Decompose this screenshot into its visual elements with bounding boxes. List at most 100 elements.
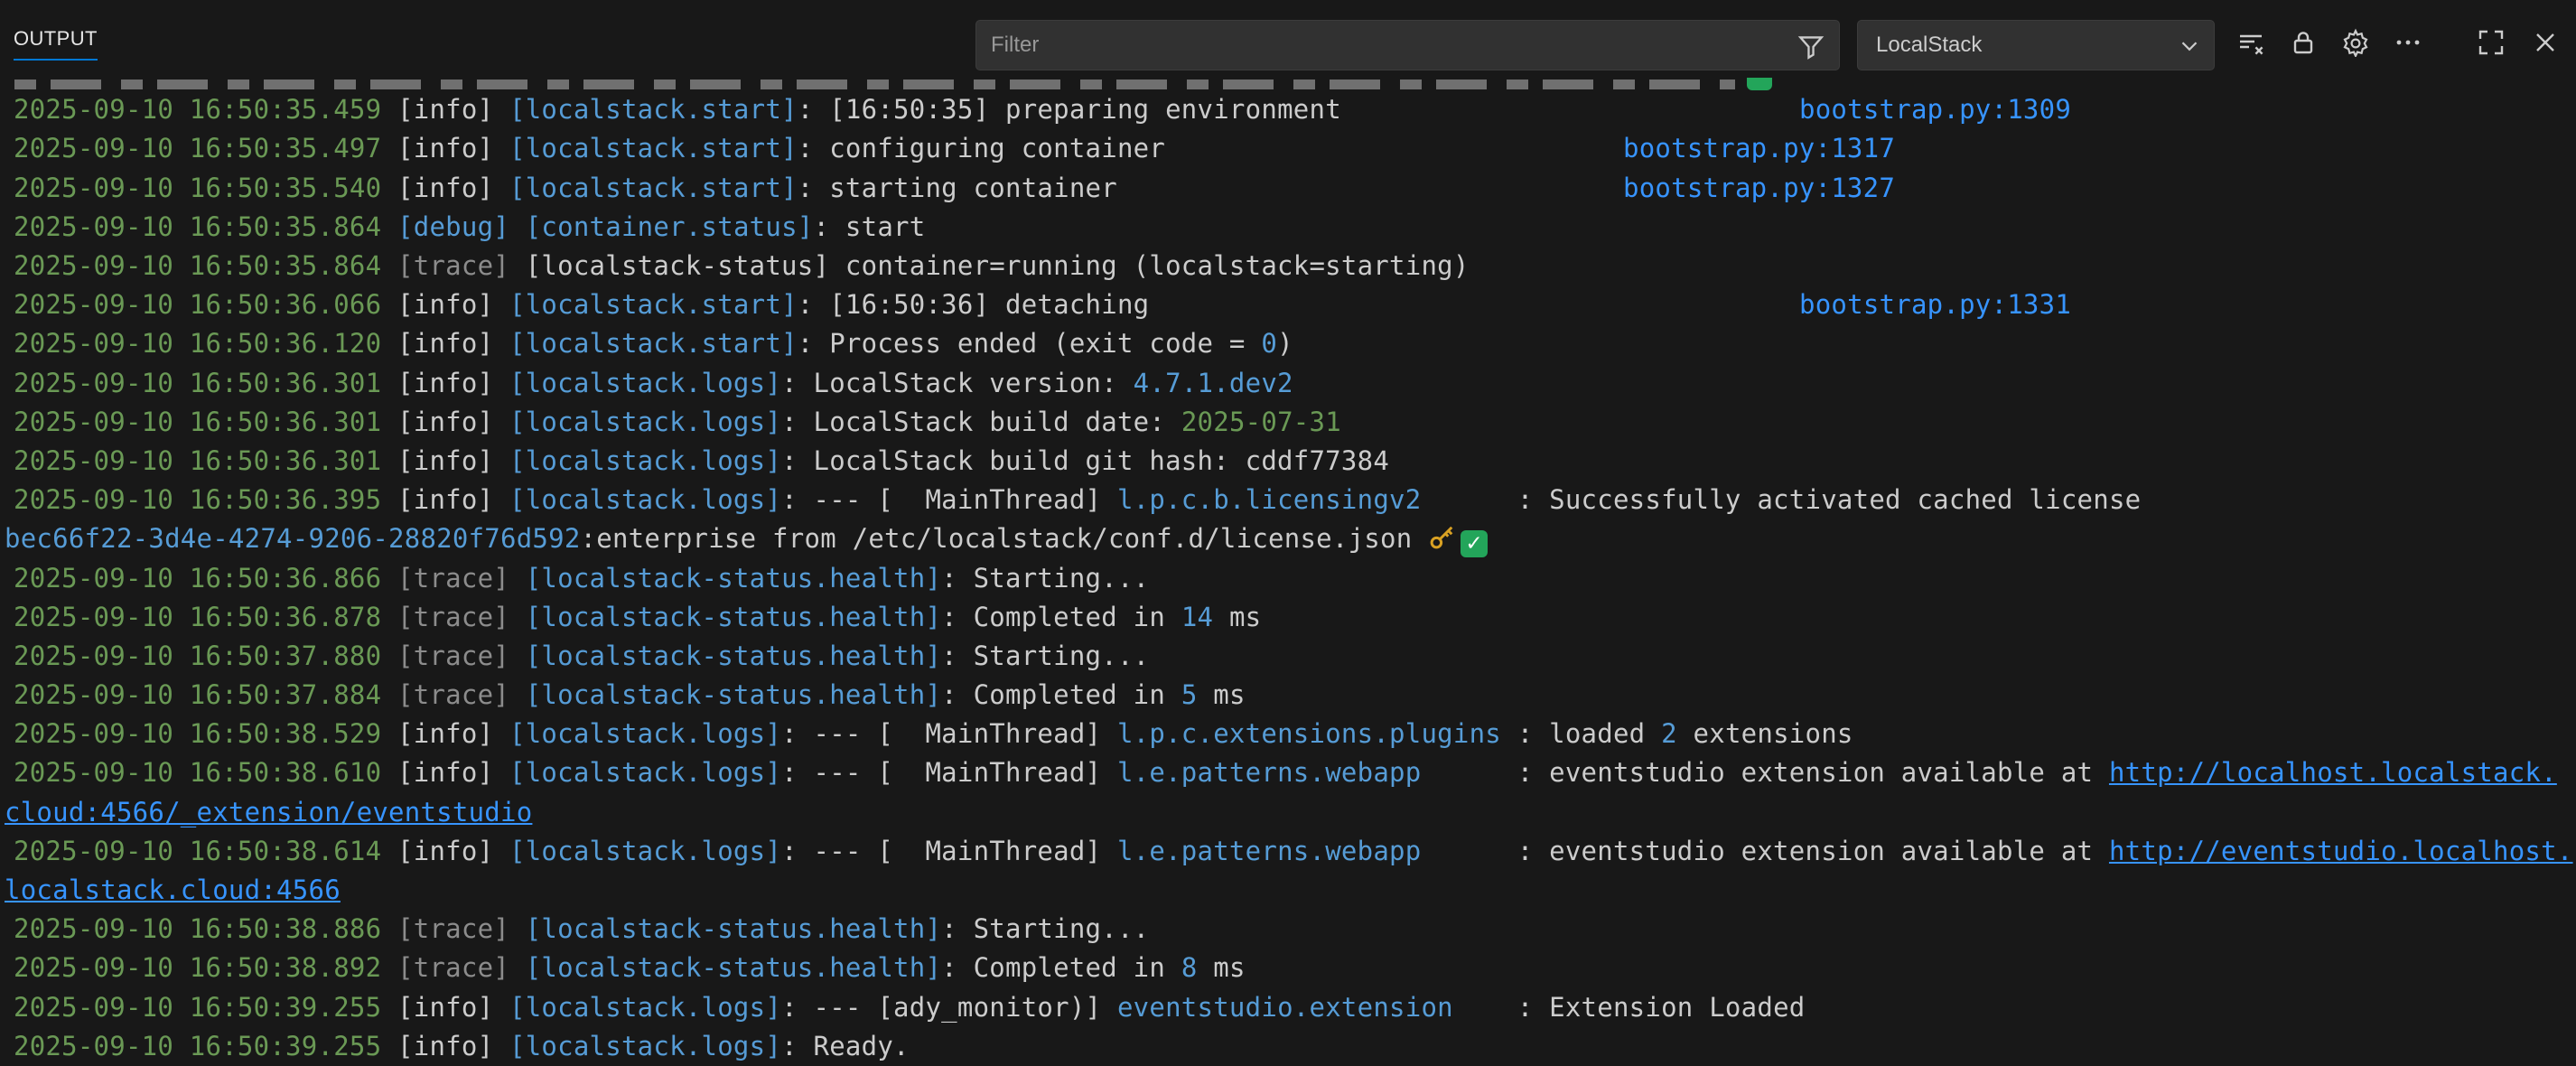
log-text: : --- [ MainThread] [781,718,1117,749]
log-token: l.e.patterns.webapp [1117,757,1421,788]
log-text [509,641,526,671]
timestamp: 2025-09-10 16:50:37.884 [14,679,397,710]
timestamp: 2025-09-10 16:50:36.395 [14,484,397,515]
panel-header: OUTPUT LocalStack [0,0,2576,78]
log-line: 2025-09-10 16:50:35.459 [info] [localsta… [0,90,2576,129]
log-text: ms [1198,952,1246,983]
clear-output-button[interactable] [2236,30,2265,59]
log-text: [info] [397,757,509,788]
log-line: 2025-09-10 16:50:36.878 [trace] [localst… [0,598,2576,637]
filter-icon[interactable] [1796,31,1826,66]
log-token: [localstack-status.health] [526,913,941,944]
log-text: [info] [397,718,509,749]
log-line: 2025-09-10 16:50:36.301 [info] [localsta… [0,364,2576,403]
source-link[interactable]: bootstrap.py:1327 [1623,169,1895,208]
maximize-panel-button[interactable] [2477,30,2506,59]
log-token: [localstack.start] [509,173,798,203]
log-text: [info] [397,407,509,437]
log-text: : [16:50:35] preparing environment [798,94,1341,125]
log-line: 2025-09-10 16:50:38.610 [info] [localsta… [0,753,2576,792]
source-link[interactable]: bootstrap.py:1331 [1799,285,2071,324]
log-text: [info] [397,94,509,125]
log-token: [localstack.start] [509,289,798,320]
log-token: 14 [1181,602,1213,632]
log-text: [info] [397,836,509,866]
log-line: 2025-09-10 16:50:36.866 [trace] [localst… [0,559,2576,598]
log-text: : --- [ MainThread] [781,757,1117,788]
log-text: : Process ended (exit code = [798,328,1262,359]
output-channel-select[interactable]: LocalStack [1857,20,2215,70]
log-token: [localstack-status.health] [526,952,941,983]
log-line: 2025-09-10 16:50:36.301 [info] [localsta… [0,442,2576,481]
maximize-panel-icon [2477,28,2506,61]
log-level: [trace] [397,952,509,983]
clear-output-icon [2236,28,2265,61]
log-text: [info] [397,1031,509,1061]
log-text: extensions [1677,718,1853,749]
log-token: [localstack.logs] [509,407,781,437]
clipped-log-line [14,79,1735,89]
log-line: 2025-09-10 16:50:37.884 [trace] [localst… [0,676,2576,715]
log-level: [trace] [397,602,509,632]
output-channel-value: LocalStack [1876,33,1982,58]
timestamp: 2025-09-10 16:50:35.459 [14,94,397,125]
log-line: 2025-09-10 16:50:39.255 [info] [localsta… [0,988,2576,1027]
tab-output[interactable]: OUTPUT [14,27,98,61]
log-token: [localstack.start] [509,133,798,164]
log-line: 2025-09-10 16:50:35.497 [info] [localsta… [0,129,2576,168]
log-text: : LocalStack build git hash: cddf77384 [781,445,1389,476]
timestamp: 2025-09-10 16:50:35.540 [14,173,397,203]
log-token: bec66f22-3d4e-4274-9206-28820f76d592 [5,523,581,554]
log-token: [localstack.logs] [509,445,781,476]
log-token: [localstack-status.health] [526,679,941,710]
more-actions-button[interactable] [2394,30,2422,59]
filter-input[interactable] [976,21,1839,70]
lock-scrolling-button[interactable] [2289,30,2318,59]
log-line: 2025-09-10 16:50:39.255 [info] [localsta… [0,1027,2576,1066]
log-token: [localstack.logs] [509,718,781,749]
url-link[interactable]: http://eventstudio.localhost. [2109,836,2573,866]
timestamp: 2025-09-10 16:50:39.255 [14,992,397,1023]
log-text: : --- [ MainThread] [781,484,1117,515]
log-line: 2025-09-10 16:50:35.540 [info] [localsta… [0,169,2576,208]
log-token: eventstudio.extension [1117,992,1453,1023]
log-date: 2025-07-31 [1181,407,1341,437]
close-panel-button[interactable] [2531,30,2560,59]
log-text: : Starting... [941,563,1149,594]
log-line: 2025-09-10 16:50:35.864 [debug] [contain… [0,208,2576,247]
log-line: 2025-09-10 16:50:36.301 [info] [localsta… [0,403,2576,442]
url-link[interactable]: localstack.cloud:4566 [5,874,341,905]
timestamp: 2025-09-10 16:50:38.886 [14,913,397,944]
log-text [509,211,526,242]
log-token: 8 [1181,952,1198,983]
log-text: ms [1198,679,1246,710]
log-line: cloud:4566/_extension/eventstudio [0,793,2576,832]
log-token: [localstack.logs] [509,1031,781,1061]
log-text: [info] [397,328,509,359]
source-link[interactable]: bootstrap.py:1317 [1623,129,1895,168]
log-level: [trace] [397,679,509,710]
log-text: : starting container [798,173,1117,203]
log-line: 2025-09-10 16:50:36.395 [info] [localsta… [0,481,2576,519]
log-line: 2025-09-10 16:50:36.120 [info] [localsta… [0,324,2576,363]
log-token: [localstack.logs] [509,836,781,866]
log-token: [localstack-status.health] [526,602,941,632]
settings-button[interactable] [2341,30,2370,59]
log-text: ) [1277,328,1293,359]
url-link[interactable]: http://localhost.localstack. [2109,757,2557,788]
log-line: localstack.cloud:4566 [0,871,2576,910]
log-line: 2025-09-10 16:50:36.066 [info] [localsta… [0,285,2576,324]
log-line: 2025-09-10 16:50:38.529 [info] [localsta… [0,715,2576,753]
timestamp: 2025-09-10 16:50:36.066 [14,289,397,320]
log-token: 2 [1661,718,1677,749]
log-text: [info] [397,445,509,476]
log-line: bec66f22-3d4e-4274-9206-28820f76d592:ent… [0,519,2576,558]
log-text: : Starting... [941,641,1149,671]
log-text [509,952,526,983]
timestamp: 2025-09-10 16:50:39.255 [14,1031,397,1061]
url-link[interactable]: cloud:4566/_extension/eventstudio [5,797,532,828]
timestamp: 2025-09-10 16:50:35.497 [14,133,397,164]
source-link[interactable]: bootstrap.py:1309 [1799,90,2071,129]
log-text: : Starting... [941,913,1149,944]
log-token: [localstack-status.health] [526,641,941,671]
